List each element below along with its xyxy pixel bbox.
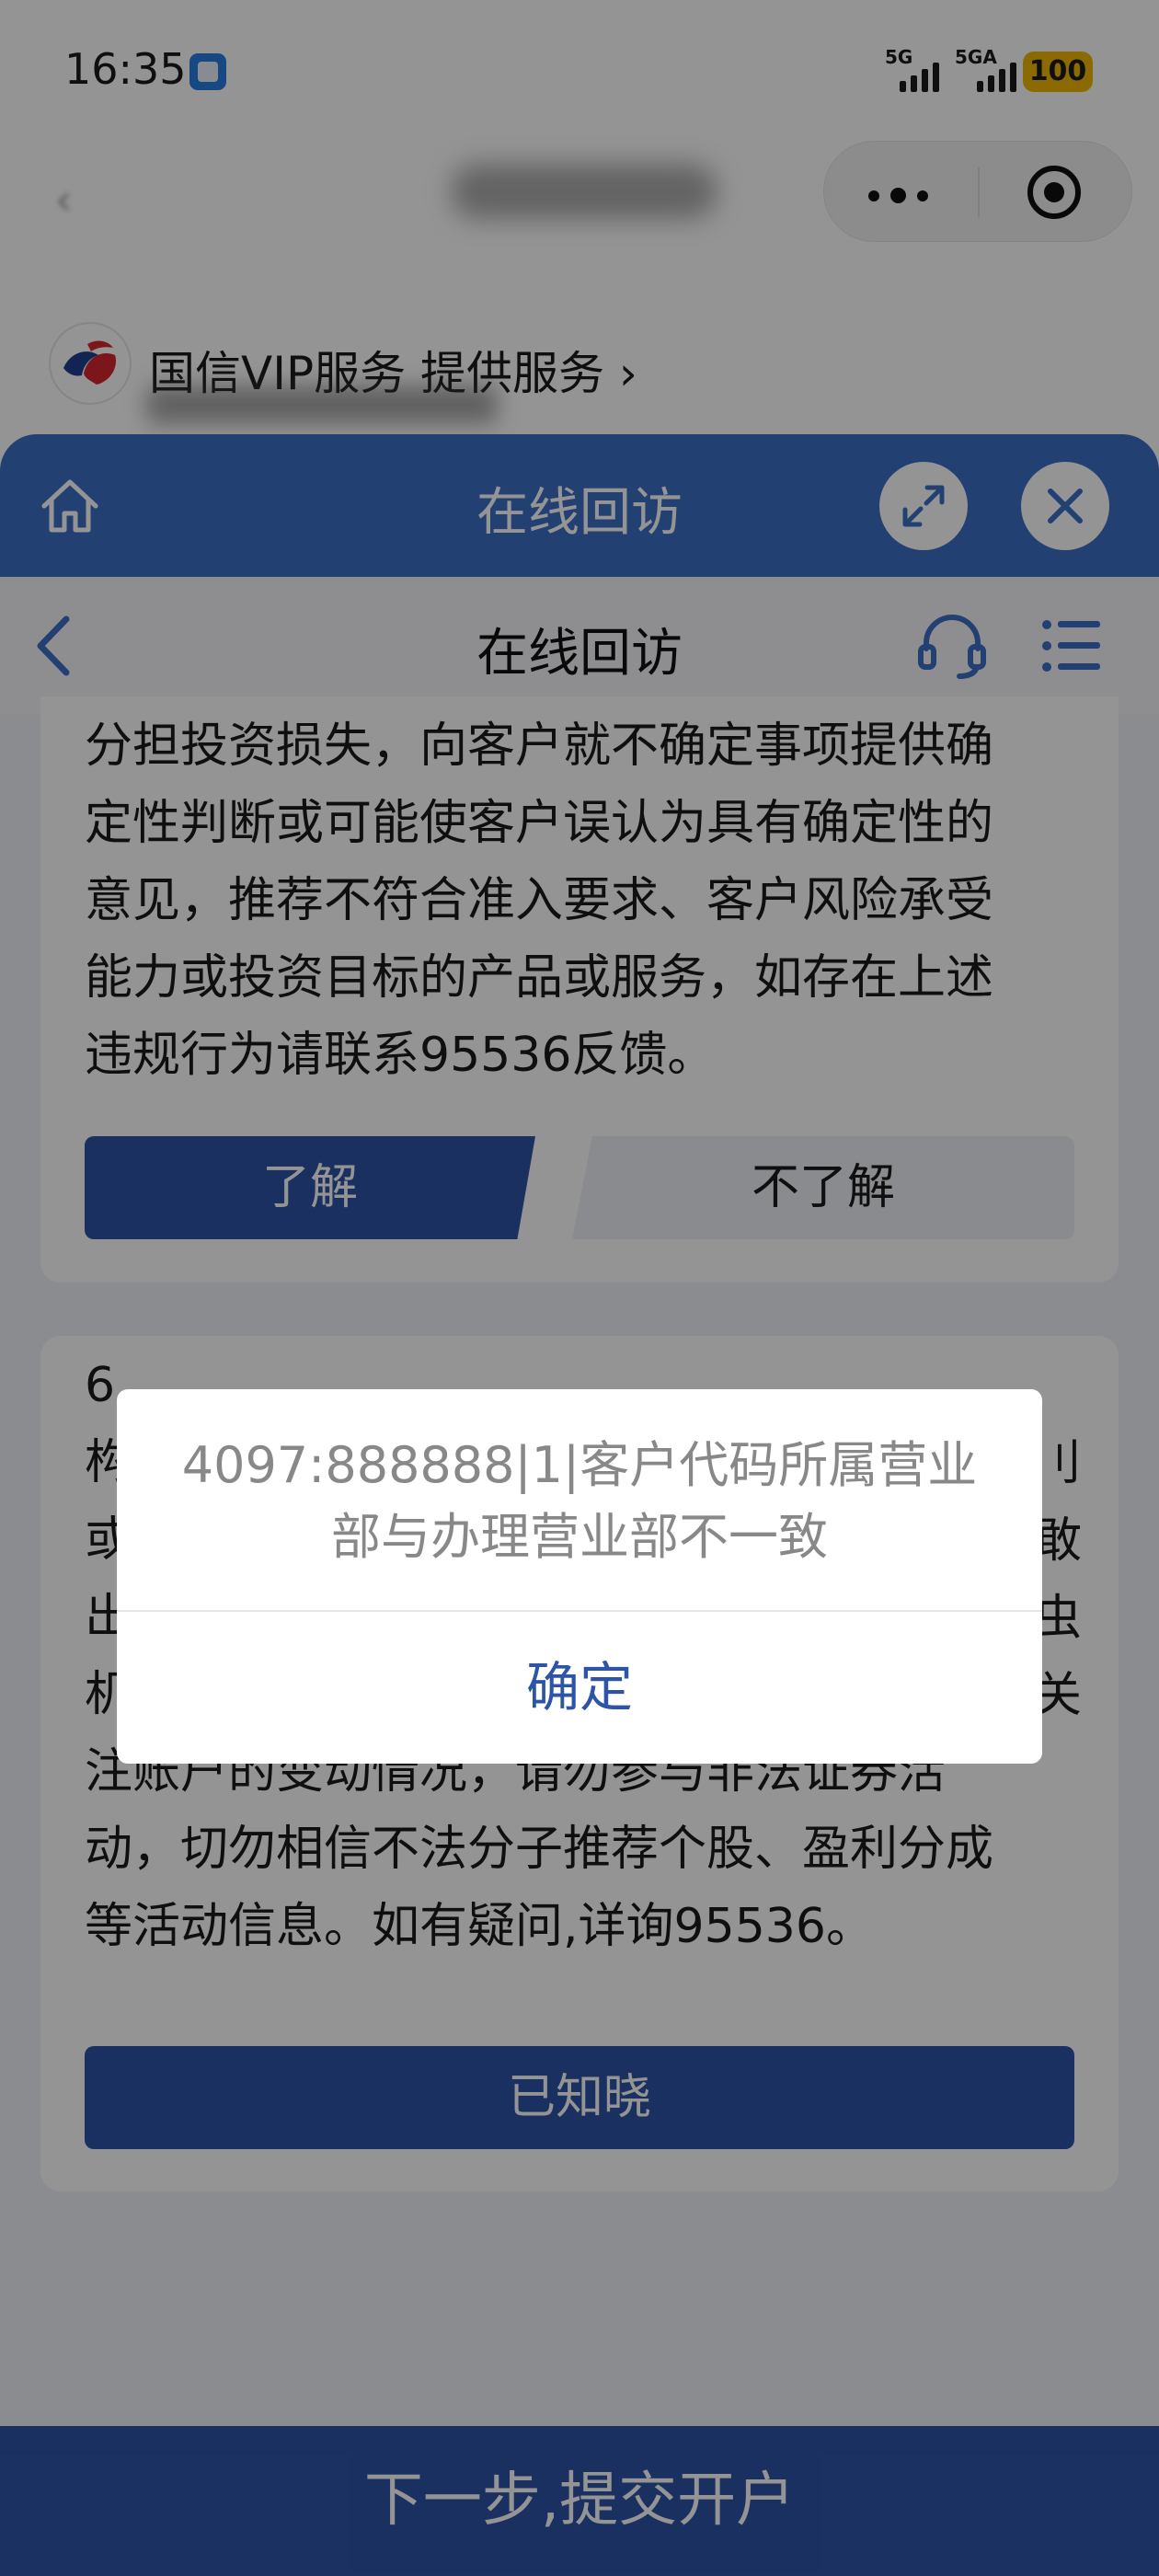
dialog-message-line: 部与办理营业部不一致	[331, 1508, 828, 1566]
dialog-message: 4097:888888|1|客户代码所属营业 部与办理营业部不一致	[172, 1430, 987, 1573]
dialog-confirm-button[interactable]: 确定	[117, 1612, 1042, 1764]
dialog-message-line: 4097:888888|1|客户代码所属营业	[181, 1436, 978, 1494]
alert-dialog: 4097:888888|1|客户代码所属营业 部与办理营业部不一致 确定	[117, 1389, 1042, 1764]
modal-overlay	[0, 0, 1159, 2576]
app-page: 16:35 5G 5GA 100 ‹ 国信VIP服务 提供服务 › 在线回访 在…	[0, 0, 1159, 2576]
